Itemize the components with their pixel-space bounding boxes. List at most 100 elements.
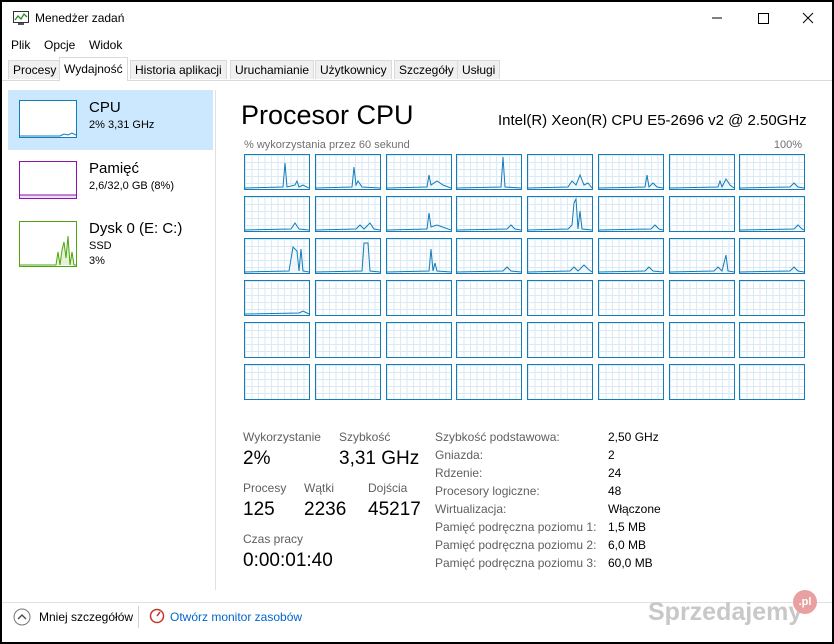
task-manager-window: Menedżer zadań Plik Opcje Widok Procesy …: [0, 0, 834, 644]
usage-trace: [245, 162, 309, 189]
sidebar-divider: [215, 90, 216, 590]
logical-processor-graph: [527, 196, 593, 232]
tab-users[interactable]: Użytkownicy: [315, 60, 392, 79]
tab-performance[interactable]: Wydajność: [59, 57, 128, 81]
menu-view[interactable]: Widok: [89, 38, 122, 52]
logical-processor-graph: [456, 322, 522, 358]
usage-trace: [740, 266, 804, 273]
footer-separator: [138, 606, 139, 628]
spec-value: 1,5 MB: [608, 520, 647, 534]
sidebar-item-label: CPU: [89, 99, 121, 116]
maximize-button[interactable]: [740, 7, 786, 29]
usage-trace: [316, 166, 380, 189]
graph-caption: % wykorzystania przez 60 sekund: [244, 139, 410, 151]
logical-processor-graph: [386, 322, 452, 358]
tab-startup[interactable]: Uruchamianie: [230, 60, 315, 79]
window-title: Menedżer zadań: [35, 11, 125, 25]
usage-trace: [387, 248, 451, 273]
tab-details[interactable]: Szczegóły: [394, 60, 459, 79]
usage-trace: [245, 222, 309, 231]
usage-trace: [316, 222, 380, 231]
usage-trace: [387, 212, 451, 231]
logical-processor-graph: [527, 364, 593, 400]
logical-processor-graph: [598, 322, 664, 358]
usage-line: [599, 224, 663, 231]
logical-processor-graph: [456, 154, 522, 190]
logical-processor-graph: [739, 238, 805, 274]
logical-processor-graph: [386, 154, 452, 190]
graph-max-label: 100%: [773, 139, 802, 151]
logical-processor-graph: [456, 238, 522, 274]
spec-value: 2: [608, 448, 615, 462]
usage-line: [740, 224, 804, 231]
usage-line: [457, 224, 521, 231]
speed-value: 3,31 GHz: [339, 448, 420, 469]
close-icon: [802, 12, 814, 24]
maximize-icon: [758, 13, 769, 24]
open-resource-monitor-link[interactable]: Otwórz monitor zasobów: [170, 610, 302, 624]
logical-processor-graph: [386, 238, 452, 274]
logical-processor-graph: [456, 364, 522, 400]
utilization-label: Wykorzystanie: [243, 430, 321, 444]
logical-processor-graph: [315, 196, 381, 232]
logical-processor-graph: [598, 238, 664, 274]
minimize-icon: [712, 17, 722, 19]
logical-processor-graph: [598, 196, 664, 232]
spec-value: Włączone: [608, 502, 661, 516]
handles-value: 45217: [368, 499, 421, 520]
usage-line: [245, 222, 309, 231]
sidebar-item-memory[interactable]: Pamięć 2,6/32,0 GB (8%): [8, 152, 213, 212]
uptime-label: Czas pracy: [243, 532, 304, 546]
close-button[interactable]: [786, 7, 832, 29]
disk-mini-graph: [19, 221, 77, 267]
spec-label: Gniazda:: [435, 448, 484, 462]
spec-label: Wirtualizacja:: [435, 502, 507, 516]
menu-options[interactable]: Opcje: [44, 38, 75, 52]
tab-app-history[interactable]: Historia aplikacji: [130, 60, 227, 79]
usage-line: [245, 245, 309, 273]
logical-processor-graph: [386, 364, 452, 400]
utilization-value: 2%: [243, 448, 271, 469]
usage-trace: [245, 310, 309, 315]
chevron-up-icon[interactable]: [13, 608, 31, 626]
processes-label: Procesy: [243, 481, 287, 495]
threads-value: 2236: [304, 499, 347, 520]
usage-line: [528, 264, 592, 273]
sidebar-item-label: Dysk 0 (E: C:): [89, 220, 183, 237]
less-details-button[interactable]: Mniej szczegółów: [39, 610, 133, 624]
usage-line: [528, 197, 592, 231]
usage-line: [670, 254, 734, 273]
logical-processor-graph: [739, 196, 805, 232]
logical-processor-graph: [315, 238, 381, 274]
spec-value: 2,50 GHz: [608, 430, 659, 444]
usage-trace: [457, 156, 521, 189]
usage-line: [245, 162, 309, 189]
tab-processes[interactable]: Procesy: [8, 60, 62, 79]
logical-processor-graph: [386, 280, 452, 316]
usage-trace: [528, 264, 592, 273]
logical-processor-graph: [244, 154, 310, 190]
usage-line: [740, 182, 804, 189]
menu-file[interactable]: Plik: [11, 38, 30, 52]
resource-monitor-icon: [149, 608, 165, 624]
watermark-logo: Sprzedajemy: [648, 598, 803, 626]
sidebar-item-cpu[interactable]: CPU 2% 3,31 GHz: [8, 90, 213, 150]
usage-line: [599, 174, 663, 189]
sidebar-item-disk[interactable]: Dysk 0 (E: C:) SSD 3%: [8, 212, 213, 278]
minimize-button[interactable]: [694, 7, 740, 29]
logical-processor-graph: [244, 364, 310, 400]
spec-label: Pamięć podręczna poziomu 3:: [435, 556, 597, 570]
usage-trace: [457, 224, 521, 231]
usage-line: [457, 266, 521, 273]
usage-line: [387, 212, 451, 231]
logical-processor-graph: [739, 154, 805, 190]
tab-services[interactable]: Usługi: [457, 60, 501, 79]
usage-trace: [670, 178, 734, 189]
logical-processor-graph: [315, 280, 381, 316]
logical-processor-graph: [669, 196, 735, 232]
usage-line: [316, 222, 380, 231]
sidebar-item-detail: 2,6/32,0 GB (8%): [89, 180, 174, 192]
logical-processor-graph: [527, 280, 593, 316]
usage-trace: [599, 174, 663, 189]
usage-trace: [245, 245, 309, 273]
